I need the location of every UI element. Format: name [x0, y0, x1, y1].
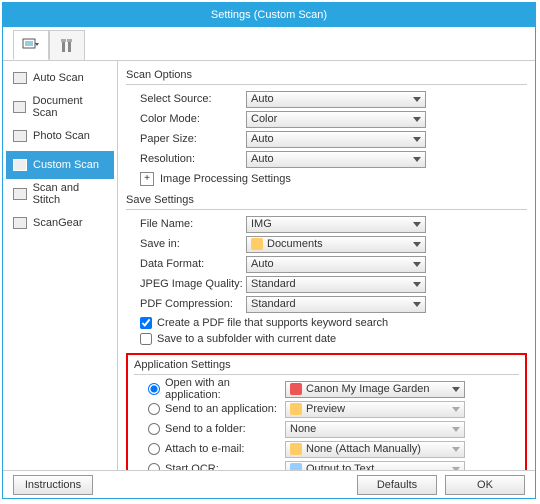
sidebar-item-scan-and-stitch[interactable]: Scan and Stitch [6, 180, 114, 208]
attach-to-email-label: Attach to e-mail: [165, 443, 285, 455]
send-to-application-radio[interactable] [148, 403, 160, 415]
paper-size-label: Paper Size: [126, 133, 246, 145]
my-image-garden-icon [290, 383, 302, 395]
ribbon-tabs [3, 27, 535, 61]
custom-scan-icon [13, 159, 27, 171]
start-ocr-dropdown[interactable]: Output to Text [285, 461, 465, 471]
open-with-application-radio[interactable] [148, 383, 160, 395]
paper-size-dropdown[interactable]: Auto [246, 131, 426, 148]
auto-scan-icon [13, 72, 27, 84]
attach-to-email-dropdown[interactable]: None (Attach Manually) [285, 441, 465, 458]
color-mode-label: Color Mode: [126, 113, 246, 125]
select-source-label: Select Source: [126, 93, 246, 105]
preview-icon [290, 403, 302, 415]
send-to-application-label: Send to an application: [165, 403, 285, 415]
data-format-dropdown[interactable]: Auto [246, 256, 426, 273]
data-format-label: Data Format: [126, 258, 246, 270]
sidebar-item-custom-scan[interactable]: Custom Scan [6, 151, 114, 179]
defaults-button[interactable]: Defaults [357, 475, 437, 495]
scan-and-stitch-icon [13, 188, 27, 200]
scan-options-heading: Scan Options [126, 69, 527, 81]
application-settings-heading: Application Settings [134, 359, 519, 371]
pdf-compression-label: PDF Compression: [126, 298, 246, 310]
window-title: Settings (Custom Scan) [3, 3, 535, 27]
file-name-dropdown[interactable]: IMG [246, 216, 426, 233]
sidebar-item-label: Custom Scan [33, 159, 99, 171]
save-in-dropdown[interactable]: Documents [246, 236, 426, 253]
attach-to-email-radio[interactable] [148, 443, 160, 455]
jpeg-quality-label: JPEG Image Quality: [126, 278, 246, 290]
save-in-label: Save in: [126, 238, 246, 250]
open-with-application-label: Open with an application: [165, 377, 285, 401]
subfolder-date-label: Save to a subfolder with current date [157, 333, 336, 345]
sidebar-item-label: Photo Scan [33, 130, 90, 142]
sidebar-item-scangear[interactable]: ScanGear [6, 209, 114, 237]
send-to-folder-radio[interactable] [148, 423, 160, 435]
tab-tools[interactable] [49, 30, 85, 60]
open-with-application-dropdown[interactable]: Canon My Image Garden [285, 381, 465, 398]
tab-scan-from-computer[interactable] [13, 30, 49, 60]
sidebar-item-photo-scan[interactable]: Photo Scan [6, 122, 114, 150]
sidebar-item-document-scan[interactable]: Document Scan [6, 93, 114, 121]
jpeg-quality-dropdown[interactable]: Standard [246, 276, 426, 293]
scangear-icon [13, 217, 27, 229]
send-to-application-dropdown[interactable]: Preview [285, 401, 465, 418]
instructions-button[interactable]: Instructions [13, 475, 93, 495]
pdf-keyword-search-checkbox[interactable] [140, 317, 152, 329]
ok-button[interactable]: OK [445, 475, 525, 495]
sidebar-item-label: Scan and Stitch [33, 182, 107, 206]
email-icon [290, 443, 302, 455]
start-ocr-radio[interactable] [148, 463, 160, 470]
image-processing-settings-label: Image Processing Settings [160, 173, 291, 185]
send-to-folder-dropdown[interactable]: None [285, 421, 465, 438]
pdf-keyword-search-label: Create a PDF file that supports keyword … [157, 317, 388, 329]
resolution-label: Resolution: [126, 153, 246, 165]
resolution-dropdown[interactable]: Auto [246, 151, 426, 168]
pdf-compression-dropdown[interactable]: Standard [246, 296, 426, 313]
subfolder-date-checkbox[interactable] [140, 333, 152, 345]
start-ocr-label: Start OCR: [165, 463, 285, 470]
document-scan-icon [13, 101, 26, 113]
sidebar-item-label: Document Scan [32, 95, 107, 119]
color-mode-dropdown[interactable]: Color [246, 111, 426, 128]
expand-image-processing-button[interactable]: + [140, 172, 154, 186]
photo-scan-icon [13, 130, 27, 142]
save-settings-heading: Save Settings [126, 194, 527, 206]
output-to-text-icon [290, 463, 302, 470]
sidebar-item-label: ScanGear [33, 217, 83, 229]
folder-icon [251, 238, 263, 250]
application-settings-highlight: Application Settings Open with an applic… [126, 353, 527, 470]
sidebar-item-label: Auto Scan [33, 72, 84, 84]
select-source-dropdown[interactable]: Auto [246, 91, 426, 108]
file-name-label: File Name: [126, 218, 246, 230]
send-to-folder-label: Send to a folder: [165, 423, 285, 435]
sidebar-item-auto-scan[interactable]: Auto Scan [6, 64, 114, 92]
